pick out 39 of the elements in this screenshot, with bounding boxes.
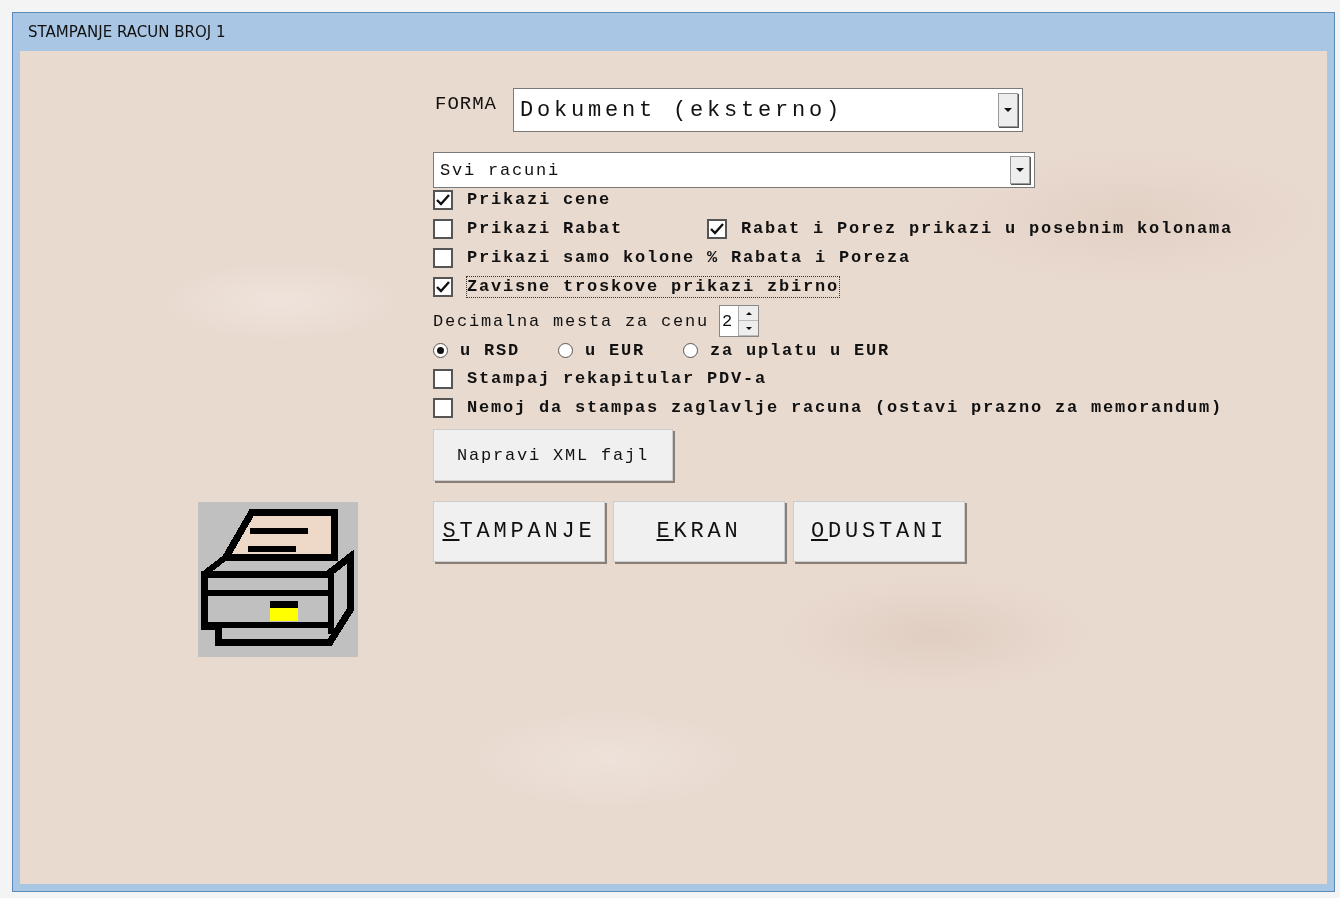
radio-dot-icon <box>437 347 444 354</box>
radio-label: za uplatu u EUR <box>710 341 891 360</box>
radio-button[interactable] <box>683 343 699 358</box>
checkbox-label: Prikazi Rabat <box>467 219 624 239</box>
action-button[interactable]: EKRAN <box>613 501 785 562</box>
checkbox[interactable] <box>433 219 453 239</box>
field-label: FORMA <box>435 93 497 115</box>
checkbox[interactable] <box>707 219 728 239</box>
radio-label: u RSD <box>460 341 520 360</box>
check-icon <box>710 223 725 235</box>
action-button[interactable]: ODUSTANI <box>793 501 965 562</box>
form-dropdown[interactable]: Dokument (eksterno) <box>513 88 1023 132</box>
checkbox-label: Stampaj rekapitular PDV-a <box>467 369 768 389</box>
checkbox-label: Prikazi samo kolone % Rabata i Poreza <box>467 248 912 268</box>
xml-button[interactable]: Napravi XML fajl <box>433 429 673 481</box>
checkbox-label: Nemoj da stampas zaglavlje racuna (ostavi prazno za memorandum) <box>467 398 1224 418</box>
radio-label: u EUR <box>585 341 646 360</box>
checkbox[interactable] <box>433 248 453 268</box>
radio-button[interactable] <box>433 343 448 358</box>
field-label: Decimalna mesta za cenu <box>433 311 710 331</box>
checkbox-label: Prikazi cene <box>467 190 612 210</box>
window-title: STAMPANJE RACUN BROJ 1 <box>27 22 227 43</box>
caret-icon <box>1004 108 1012 112</box>
checkbox-label: Rabat i Porez prikazi u posebnim kolonama <box>741 219 1234 239</box>
caret-icon <box>1016 168 1024 172</box>
checkbox[interactable] <box>433 398 453 418</box>
check-icon <box>436 281 450 293</box>
caret-icon <box>745 326 752 330</box>
checkbox[interactable] <box>433 369 453 389</box>
checkbox[interactable] <box>433 277 453 297</box>
check-icon <box>436 194 450 206</box>
decimals-spinner[interactable]: 2 <box>719 305 760 337</box>
up-arrow-icon <box>745 311 752 315</box>
filter-dropdown[interactable]: Svi racuni <box>433 152 1035 188</box>
checkbox[interactable] <box>433 190 453 210</box>
action-button[interactable]: STAMPANJE <box>433 501 605 562</box>
radio-button[interactable] <box>558 343 573 358</box>
checkbox-label: Zavisne troskove prikazi zbirno <box>467 277 840 297</box>
printer-icon <box>198 502 358 657</box>
